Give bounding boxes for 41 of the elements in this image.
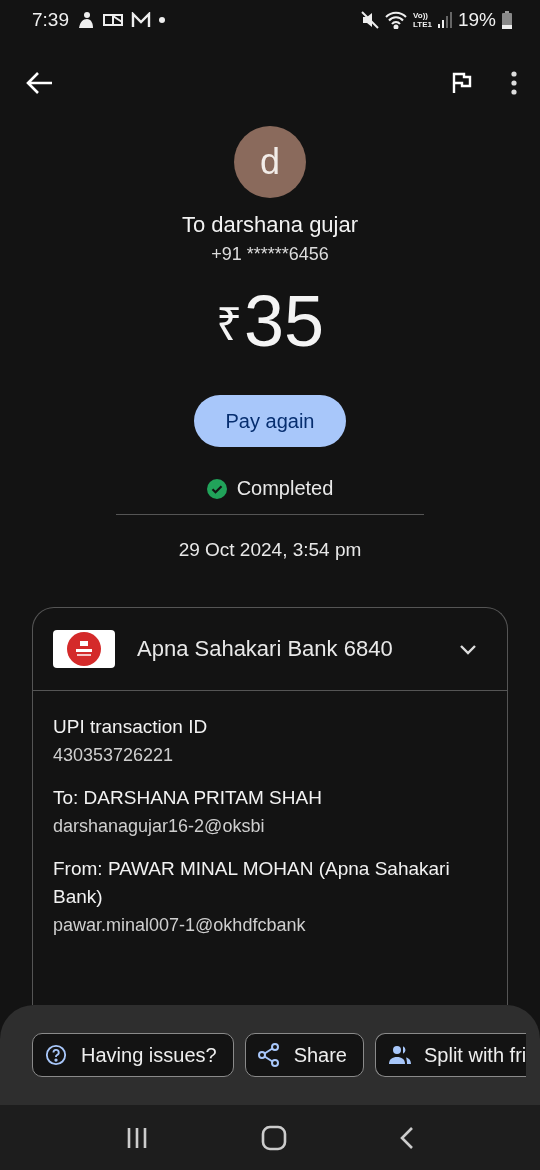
bank-account: Apna Sahakari Bank 6840: [137, 636, 394, 662]
detail-label: To: DARSHANA PRITAM SHAH: [53, 786, 323, 810]
share-chip[interactable]: Share: [244, 1033, 364, 1077]
network-label: LTE1: [413, 20, 432, 29]
detail-value: 430353726221: [53, 745, 175, 766]
home-icon: [261, 1124, 287, 1151]
people-icon: [388, 1045, 412, 1065]
help-chip[interactable]: Having issues?: [32, 1033, 234, 1077]
detail-label: From: PAWAR MINAL MOHAN (Apna Sahakari Bank): [53, 857, 451, 909]
more-icon: [510, 71, 518, 95]
transaction-date: 29 Oct 2024, 3:54 pm: [178, 539, 362, 561]
battery-percent: 19%: [457, 9, 496, 31]
recents-icon: [126, 1126, 149, 1149]
currency-symbol: ₹: [215, 301, 242, 347]
split-chip[interactable]: Split with fri: [375, 1033, 527, 1077]
status-label: Completed: [236, 477, 334, 500]
volte-label: Vo)): [413, 11, 429, 20]
payee-name: To darshana gujar: [181, 212, 359, 238]
detail-label: UPI transaction ID: [53, 715, 209, 739]
help-icon: [45, 1044, 67, 1066]
bank-logo: [53, 630, 115, 668]
flag-icon: [452, 72, 472, 94]
mail-icon: [131, 12, 151, 28]
battery-icon: [502, 11, 512, 29]
amount: 35: [243, 285, 325, 357]
back-chevron-icon: [399, 1125, 414, 1150]
avatar: d: [234, 126, 306, 198]
wifi-icon: [385, 11, 407, 29]
mail-icon: [103, 12, 123, 28]
notification-icon: [77, 11, 95, 29]
pay-again-button[interactable]: Pay again: [194, 395, 346, 447]
signal-icon: [437, 12, 452, 28]
detail-value: darshanagujar16-2@oksbi: [53, 816, 266, 837]
chevron-icon: [459, 643, 477, 655]
clock: 7:39: [32, 9, 69, 31]
share-icon: [257, 1043, 280, 1067]
dot-icon: [159, 17, 165, 23]
detail-value: pawar.minal007-1@okhdfcbank: [53, 915, 307, 936]
mute-icon: [361, 11, 379, 29]
payee-phone: +91 ******6456: [211, 244, 329, 265]
back-arrow-icon: [26, 71, 54, 95]
